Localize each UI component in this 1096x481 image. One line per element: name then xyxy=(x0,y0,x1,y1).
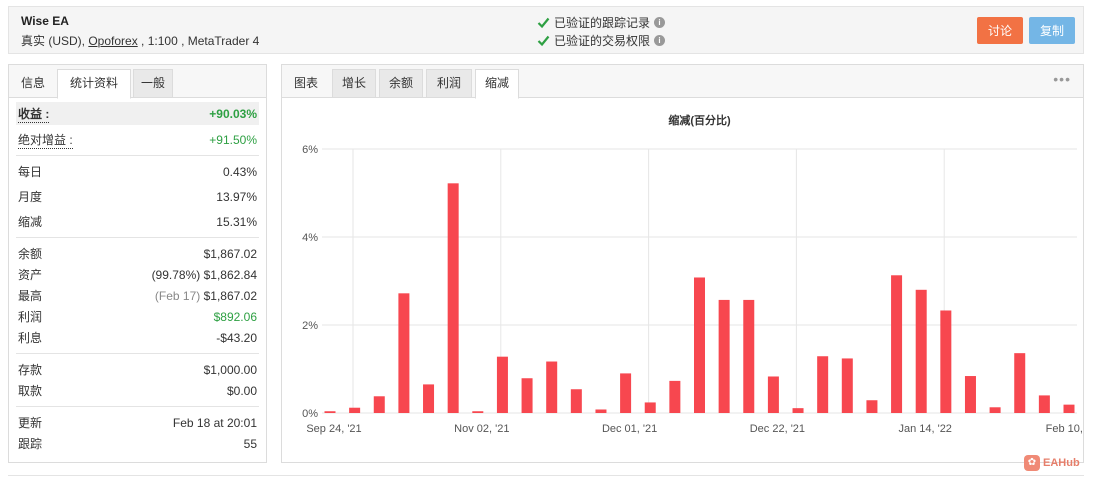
chart-bar[interactable] xyxy=(595,409,607,413)
chart-bar[interactable] xyxy=(915,289,927,413)
chart-bar[interactable] xyxy=(817,356,829,413)
stat-drawdown: 缩减 15.31% xyxy=(18,214,257,230)
stat-gain: 收益 : +90.03% xyxy=(16,102,259,125)
info-icon[interactable]: i xyxy=(654,17,666,28)
chart-bar[interactable] xyxy=(718,299,730,413)
chart-bar[interactable] xyxy=(570,389,582,413)
chart-bar[interactable] xyxy=(964,376,976,413)
divider xyxy=(8,475,1084,476)
tab-general[interactable]: 一般 xyxy=(133,69,173,98)
chart-bar[interactable] xyxy=(447,183,459,413)
chart-bar[interactable] xyxy=(1063,404,1075,413)
chart-bar[interactable] xyxy=(694,277,705,413)
highest-value: $1,867.02 xyxy=(203,288,257,303)
stat-withdrawals: 取款 $0.00 xyxy=(18,383,257,399)
chart-bar[interactable] xyxy=(1014,353,1026,413)
account-type: 真实 (USD), xyxy=(21,34,85,48)
check-icon xyxy=(537,35,550,47)
stat-balance: 余额 $1,867.02 xyxy=(18,246,257,262)
chart-title: 缩减(百分比) xyxy=(668,113,731,127)
tab-drawdown[interactable]: 缩减 xyxy=(475,69,519,99)
chart-bar[interactable] xyxy=(940,310,952,413)
stat-daily: 每日 0.43% xyxy=(18,164,257,180)
stat-profit: 利润 $892.06 xyxy=(18,309,257,325)
chart-bar[interactable] xyxy=(373,396,385,413)
divider xyxy=(16,155,259,156)
x-tick-label: Nov 02, '21 xyxy=(454,423,509,435)
chart-bar[interactable] xyxy=(398,293,410,413)
paw-icon: ✿ xyxy=(1024,455,1040,471)
tab-profit[interactable]: 利润 xyxy=(426,69,472,98)
tab-balance[interactable]: 余额 xyxy=(379,69,423,98)
chart-bar[interactable] xyxy=(620,373,632,413)
stat-updated: 更新 Feb 18 at 20:01 xyxy=(18,415,257,431)
x-tick-label: Jan 14, '22 xyxy=(898,423,951,435)
chart-panel: 图表 增长 余额 利润 缩减 ••• 缩减(百分比) 0% 2% 4% 6% Sep 24… xyxy=(281,64,1084,463)
divider xyxy=(16,406,259,407)
x-tick-label: Feb 10, '22 xyxy=(1046,423,1083,435)
chart-bar[interactable] xyxy=(521,378,533,413)
y-tick-label: 0% xyxy=(302,408,318,420)
info-icon[interactable]: i xyxy=(654,35,666,46)
chart-bar[interactable] xyxy=(472,411,484,413)
chart-bar[interactable] xyxy=(349,407,361,413)
verified-track-label: 已验证的跟踪记录 xyxy=(554,16,651,30)
stat-abs-gain: 绝对增益 : +91.50% xyxy=(18,132,257,149)
stat-highest: 最高 (Feb 17) $1,867.02 xyxy=(18,288,257,304)
chart-bar[interactable] xyxy=(767,376,779,413)
chart-tabs: 图表 增长 余额 利润 缩减 ••• xyxy=(282,65,1083,99)
divider xyxy=(16,353,259,354)
chart-bar[interactable] xyxy=(644,402,656,413)
stat-equity: 资产 (99.78%) $1,862.84 xyxy=(18,267,257,283)
tab-info[interactable]: 信息 xyxy=(13,69,53,98)
chart-bar[interactable] xyxy=(324,411,336,413)
divider xyxy=(16,237,259,238)
y-tick-label: 4% xyxy=(302,232,318,244)
highest-date: (Feb 17) xyxy=(154,288,201,303)
tab-charts[interactable]: 图表 xyxy=(286,69,326,98)
chart-bar[interactable] xyxy=(1038,395,1050,413)
chart-bar[interactable] xyxy=(891,275,903,413)
equity-percent: (99.78%) xyxy=(151,267,201,282)
check-icon xyxy=(537,17,550,29)
stat-interest: 利息 -$43.20 xyxy=(18,330,257,346)
chart-bar[interactable] xyxy=(743,299,755,413)
stat-deposits: 存款 $1,000.00 xyxy=(18,362,257,378)
verified-trading-privileges: 已验证的交易权限 i xyxy=(537,32,666,49)
account-header: Wise EA 真实 (USD), Opoforex , 1:100 , Met… xyxy=(8,6,1084,54)
drawdown-chart: 缩减(百分比) 0% 2% 4% 6% Sep 24, '21 Nov 02, '21 Dec… xyxy=(302,113,1083,435)
chart-bar[interactable] xyxy=(546,361,558,413)
x-tick-label: Dec 22, '21 xyxy=(750,423,805,435)
chart-bar[interactable] xyxy=(866,400,878,413)
logo-text: EAHub xyxy=(1043,457,1080,469)
chart-bar[interactable] xyxy=(989,407,1001,413)
copy-button[interactable]: 复制 xyxy=(1029,17,1075,44)
account-info: 真实 (USD), Opoforex , 1:100 , MetaTrader … xyxy=(21,32,259,49)
leverage-platform: , 1:100 , MetaTrader 4 xyxy=(141,34,260,48)
tab-statistics[interactable]: 统计资料 xyxy=(57,69,131,99)
stats-tabs: 信息 统计资料 一般 xyxy=(9,65,266,99)
tab-growth[interactable]: 增长 xyxy=(332,69,376,98)
verified-trading-label: 已验证的交易权限 xyxy=(554,34,651,48)
account-name: Wise EA xyxy=(21,14,69,28)
chart-bar[interactable] xyxy=(423,384,435,413)
eahub-logo: ✿ EAHub xyxy=(1024,455,1080,471)
y-tick-label: 2% xyxy=(302,320,318,332)
y-tick-label: 6% xyxy=(302,144,318,156)
verified-track-record: 已验证的跟踪记录 i xyxy=(537,14,666,31)
equity-value: $1,862.84 xyxy=(203,267,257,282)
discuss-button[interactable]: 讨论 xyxy=(977,17,1023,44)
x-tick-label: Sep 24, '21 xyxy=(306,423,361,435)
chart-bar[interactable] xyxy=(496,356,508,413)
chart-bar[interactable] xyxy=(669,380,681,413)
stat-monthly: 月度 13.97% xyxy=(18,189,257,205)
chart-bar[interactable] xyxy=(841,358,853,413)
stats-list: 收益 : +90.03% 绝对增益 : +91.50% 每日 0.43% 月度 … xyxy=(9,98,266,454)
broker-link[interactable]: Opoforex xyxy=(88,34,137,48)
stat-tracking: 跟踪 55 xyxy=(18,436,257,452)
chart-bar[interactable] xyxy=(792,408,804,413)
x-tick-label: Dec 01, '21 xyxy=(602,423,657,435)
stats-panel: 信息 统计资料 一般 收益 : +90.03% 绝对增益 : +91.50% 每… xyxy=(8,64,267,463)
more-options-icon[interactable]: ••• xyxy=(1053,71,1071,87)
